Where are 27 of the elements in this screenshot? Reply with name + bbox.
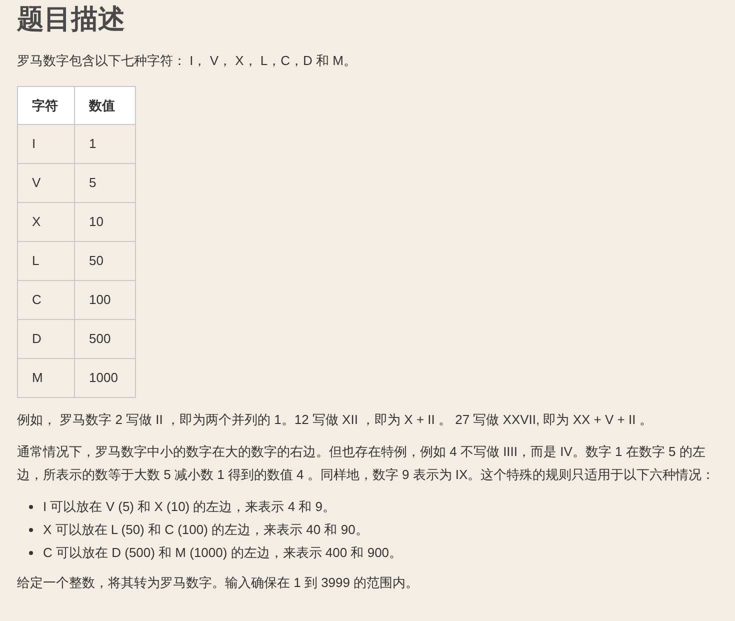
closing-text: 给定一个整数，将其转为罗马数字。输入确保在 1 到 3999 的范围内。 xyxy=(17,575,419,590)
table-cell: 10 xyxy=(74,202,136,242)
table-cell: D xyxy=(18,320,74,358)
paragraph: 通常情况下，罗马数字中小的数字在大的数字的右边。但也存在特例，例如 4 不写做 IIII，而是 IV。数字 1 在数字 5 的左边，所表示的数等于大数 5 减小数 1 得到的数值 4 。同样地，数字 9 表示为 IX。这个特殊的规则只适用于以下六种情况： xyxy=(17,443,716,484)
bullet-icon xyxy=(29,551,33,555)
bullet-icon xyxy=(29,505,33,509)
table-cell: 1 xyxy=(74,124,136,164)
list-item-text: C 可以放在 D (500) 和 M (1000) 的左边，来表示 400 和 900。 xyxy=(43,544,402,562)
list-item-text: X 可以放在 L (50) 和 C (100) 的左边，来表示 40 和 90。 xyxy=(43,521,368,539)
column-header: 数值 xyxy=(74,86,136,124)
table-cell: V xyxy=(18,164,74,202)
table-cell: 50 xyxy=(74,242,136,280)
table-cell: 100 xyxy=(74,280,136,320)
table-cell: C xyxy=(18,280,74,320)
table-cell: 1000 xyxy=(74,358,136,398)
paragraph: 例如， 罗马数字 2 写做 II ，即为两个并列的 1。12 写做 XII ，即为 X + II 。 27 写做 XXVII, 即为 XX + V + II 。 xyxy=(17,411,654,429)
intro-text: 罗马数字包含以下七种字符： I， V， X， L，C，D 和 M。 xyxy=(17,53,356,68)
page-heading: 题目描述 xyxy=(17,3,125,36)
bullet-icon xyxy=(29,528,33,532)
list-item-text: I 可以放在 V (5) 和 X (10) 的左边，来表示 4 和 9。 xyxy=(43,498,336,516)
table-cell: 500 xyxy=(74,320,136,358)
column-header: 字符 xyxy=(18,86,74,124)
table-cell: M xyxy=(18,358,74,398)
table-cell: I xyxy=(18,124,74,164)
table-cell: L xyxy=(18,242,74,280)
table-cell: 5 xyxy=(74,164,136,202)
table-cell: X xyxy=(18,202,74,242)
